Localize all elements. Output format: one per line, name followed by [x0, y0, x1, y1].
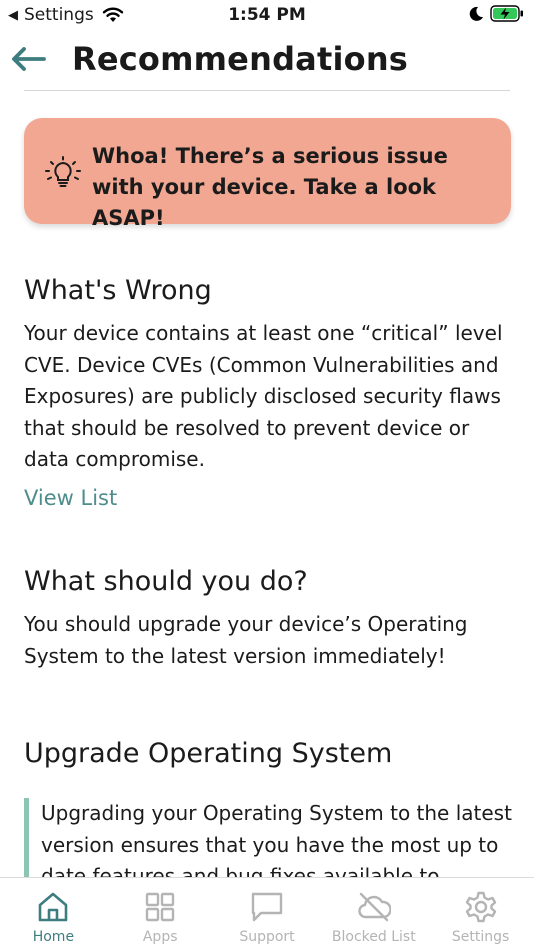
whats-wrong-body: Your device contains at least one “criti… [24, 321, 503, 471]
whats-wrong-heading: What's Wrong [24, 275, 212, 306]
view-list-link[interactable]: View List [24, 486, 117, 510]
chat-bubble-icon [251, 892, 283, 922]
moon-icon [469, 6, 483, 21]
tab-home[interactable]: Home [0, 878, 107, 950]
tab-apps[interactable]: Apps [107, 878, 214, 950]
alert-banner: Whoa! There’s a serious issue with your … [24, 118, 511, 230]
gear-icon [465, 891, 496, 923]
battery-charging-icon [490, 5, 523, 22]
tab-settings[interactable]: Settings [427, 878, 534, 950]
tab-apps-label: Apps [142, 929, 178, 945]
header-divider [24, 90, 510, 91]
tab-settings-label: Settings [451, 929, 510, 945]
upgrade-os-body: Upgrading your Operating System to the l… [24, 798, 514, 882]
upgrade-os-heading: Upgrade Operating System [24, 738, 393, 769]
home-icon [39, 892, 68, 922]
status-bar: ◀ Settings 1:54 PM [0, 0, 534, 32]
cloud-off-icon [358, 892, 391, 922]
back-arrow-icon[interactable] [10, 44, 48, 74]
header: Recommendations [0, 34, 534, 92]
tab-bar: Home Apps Support Blocked List Settings [0, 877, 534, 950]
apps-grid-icon [145, 892, 175, 922]
what-to-do-body: You should upgrade your device’s Operati… [24, 612, 468, 668]
status-right [468, 5, 524, 22]
what-to-do-heading: What should you do? [24, 566, 308, 597]
tab-blocked-list[interactable]: Blocked List [320, 878, 427, 950]
lightbulb-icon [45, 156, 81, 187]
alert-message: Whoa! There’s a serious issue with your … [92, 144, 448, 230]
status-time: 1:54 PM [228, 5, 306, 25]
tab-support-label: Support [239, 929, 295, 945]
tab-blocked-list-label: Blocked List [331, 929, 416, 945]
page-title: Recommendations [72, 40, 409, 78]
tab-support[interactable]: Support [214, 878, 321, 950]
tab-home-label: Home [32, 929, 75, 945]
